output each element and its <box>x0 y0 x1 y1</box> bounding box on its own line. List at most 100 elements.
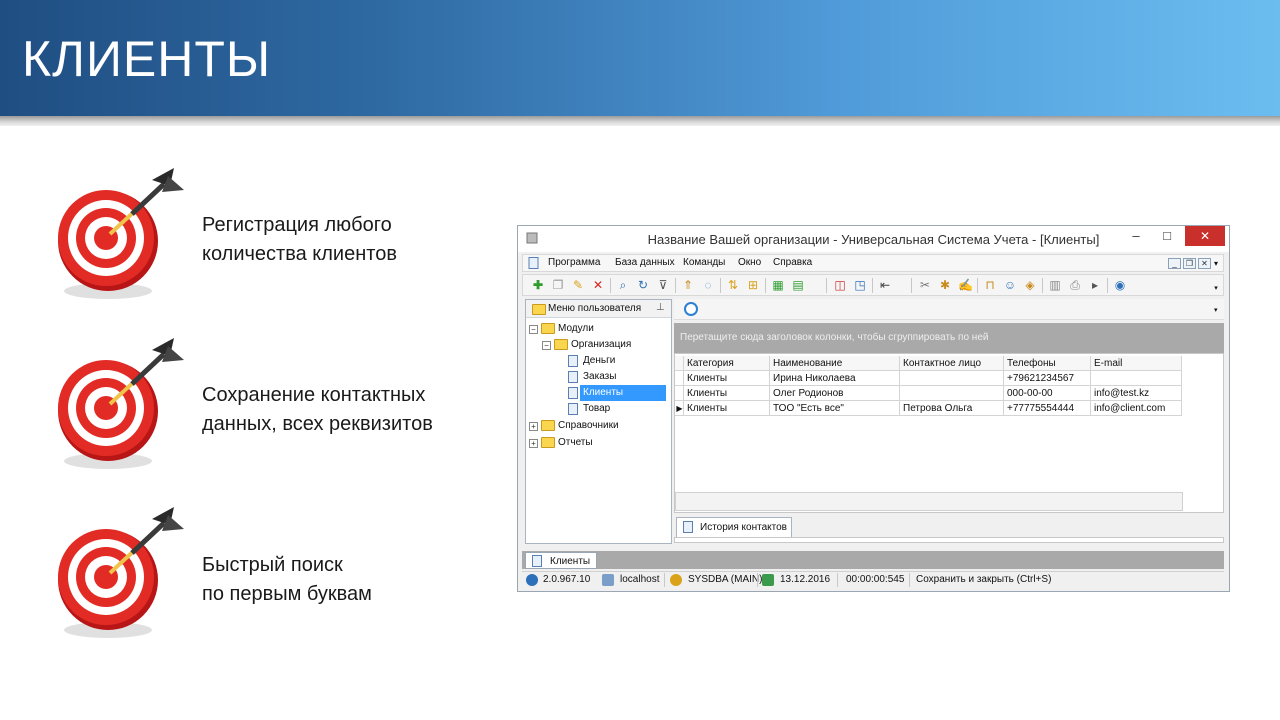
document-tabs: Клиенты <box>522 551 1224 569</box>
open-window-icon[interactable]: ◳ <box>853 279 867 292</box>
window-minimize-button[interactable]: – <box>1121 226 1151 246</box>
module-icon[interactable]: ◈ <box>1023 279 1037 292</box>
exit-icon[interactable]: ⇤ <box>878 279 892 292</box>
delete-icon[interactable]: ✕ <box>591 279 605 292</box>
tree-item-directories[interactable]: + Справочники <box>529 418 669 434</box>
app-window: Название Вашей организации - Универсальн… <box>517 225 1230 592</box>
tree-item-label: Отчеты <box>558 437 593 448</box>
copy-icon[interactable]: ❐ <box>551 279 565 292</box>
tree-item-organization[interactable]: − Организация <box>542 337 669 353</box>
comment-icon[interactable]: ◌ <box>701 279 715 292</box>
status-user: SYSDBA (MAIN) <box>688 574 763 585</box>
tree-item-orders[interactable]: Заказы <box>568 369 668 385</box>
menu-item-window[interactable]: Окно <box>738 257 761 268</box>
history-grid <box>674 537 1224 543</box>
window-maximize-button[interactable]: □ <box>1152 226 1182 246</box>
tree-item-label: Клиенты <box>580 385 666 401</box>
tree-item-label: Справочники <box>558 420 619 431</box>
target-dart-icon <box>58 168 184 299</box>
mdi-more-icon[interactable]: ▾ <box>1214 259 1218 268</box>
status-bar: 2.0.967.10 localhost SYSDBA (MAIN) 13.12… <box>522 571 1224 587</box>
settings-icon[interactable]: ✱ <box>938 279 952 292</box>
column-header-name[interactable]: Наименование <box>770 356 900 371</box>
menu-item-database[interactable]: База данных <box>615 257 675 268</box>
feature-line-1: Сохранение контактных <box>202 384 426 406</box>
clock-icon[interactable] <box>684 302 698 316</box>
sort-icon[interactable]: ⇅ <box>726 279 740 292</box>
expand-icon[interactable]: + <box>529 439 538 448</box>
column-header-phones[interactable]: Телефоны <box>1004 356 1091 371</box>
toolbar-separator <box>610 278 611 293</box>
import-icon[interactable]: ▤ <box>791 279 805 292</box>
mdi-close-button[interactable]: ✕ <box>1198 258 1211 269</box>
edit-icon[interactable]: ✎ <box>571 279 585 292</box>
toolbar-separator <box>826 278 827 293</box>
info-icon[interactable]: ◉ <box>1113 279 1127 292</box>
cell-category: Клиенты <box>684 371 770 386</box>
grid-toolbar-more-icon[interactable]: ▾ <box>1214 306 1218 314</box>
collapse-icon[interactable]: − <box>542 341 551 350</box>
mdi-restore-button[interactable]: ❐ <box>1183 258 1196 269</box>
tree-item-goods[interactable]: Товар <box>568 401 668 417</box>
row-indicator-header <box>675 356 684 371</box>
print-icon[interactable]: ⎙ <box>1068 279 1082 292</box>
refresh-icon[interactable]: ↻ <box>636 279 650 292</box>
tree-item-money[interactable]: Деньги <box>568 353 668 369</box>
export-icon[interactable]: ▦ <box>771 279 785 292</box>
tools-icon[interactable]: ✂ <box>918 279 932 292</box>
header-divider <box>0 116 1280 126</box>
menu-bar: Программа База данных Команды Окно Справ… <box>522 254 1224 272</box>
cell-name: ТОО "Есть все" <box>770 401 900 416</box>
group-by-hint: Перетащите сюда заголовок колонки, чтобы… <box>680 332 989 343</box>
server-icon <box>602 574 614 586</box>
status-host: localhost <box>620 574 660 585</box>
menu-item-program[interactable]: Программа <box>548 257 600 268</box>
move-up-icon[interactable]: ⇑ <box>681 279 695 292</box>
table-icon[interactable]: ▥ <box>1048 279 1062 292</box>
cell-email <box>1091 371 1182 386</box>
tree-item-modules[interactable]: − Модули <box>529 321 669 337</box>
tab-contact-history[interactable]: История контактов <box>676 517 792 537</box>
lock-icon[interactable]: ⊓ <box>983 279 997 292</box>
document-icon <box>568 403 578 415</box>
tree-item-label: Модули <box>558 323 594 334</box>
status-separator <box>837 573 838 587</box>
menu-item-help[interactable]: Справка <box>773 257 812 268</box>
filter-icon[interactable]: ⊽ <box>656 279 670 292</box>
search-icon[interactable]: ⌕ <box>616 279 630 292</box>
column-header-email[interactable]: E-mail <box>1091 356 1182 371</box>
notes-icon[interactable]: ✍ <box>958 279 973 292</box>
play-icon[interactable]: ▸ <box>1088 279 1102 292</box>
cell-email: info@client.com <box>1091 401 1182 416</box>
cell-email: info@test.kz <box>1091 386 1182 401</box>
feature-line-1: Регистрация любого <box>202 214 392 236</box>
add-icon[interactable]: ✚ <box>531 279 545 292</box>
window-close-button[interactable]: ✕ <box>1185 226 1225 246</box>
column-header-category[interactable]: Категория <box>684 356 770 371</box>
toolbar-separator <box>911 278 912 293</box>
group-by-area[interactable]: Перетащите сюда заголовок колонки, чтобы… <box>674 323 1224 353</box>
tree-item-reports[interactable]: + Отчеты <box>529 435 669 451</box>
document-icon <box>528 257 539 269</box>
pin-icon[interactable]: ⊥ <box>656 302 665 313</box>
expand-icon[interactable]: + <box>529 422 538 431</box>
toolbar-more-icon[interactable]: ▾ <box>1209 282 1223 295</box>
tree-item-clients[interactable]: Клиенты <box>568 385 668 401</box>
new-window-icon[interactable]: ◫ <box>833 279 847 292</box>
menu-item-commands[interactable]: Команды <box>683 257 725 268</box>
tree-item-label: Организация <box>571 339 632 350</box>
cell-contact: Петрова Ольга <box>900 401 1004 416</box>
version-icon <box>526 574 538 586</box>
cell-category: Клиенты <box>684 401 770 416</box>
users-icon[interactable]: ☺ <box>1003 279 1017 292</box>
tree-item-label: Деньги <box>583 355 616 366</box>
tree-icon[interactable]: ⊞ <box>746 279 760 292</box>
column-header-contact[interactable]: Контактное лицо <box>900 356 1004 371</box>
toolbar-separator <box>872 278 873 293</box>
row-indicator: ▶ <box>675 401 684 416</box>
slide-title: КЛИЕНТЫ <box>22 31 272 87</box>
tab-clients[interactable]: Клиенты <box>525 552 597 569</box>
folder-open-icon <box>541 323 555 334</box>
mdi-minimize-button[interactable]: _ <box>1168 258 1181 269</box>
collapse-icon[interactable]: − <box>529 325 538 334</box>
